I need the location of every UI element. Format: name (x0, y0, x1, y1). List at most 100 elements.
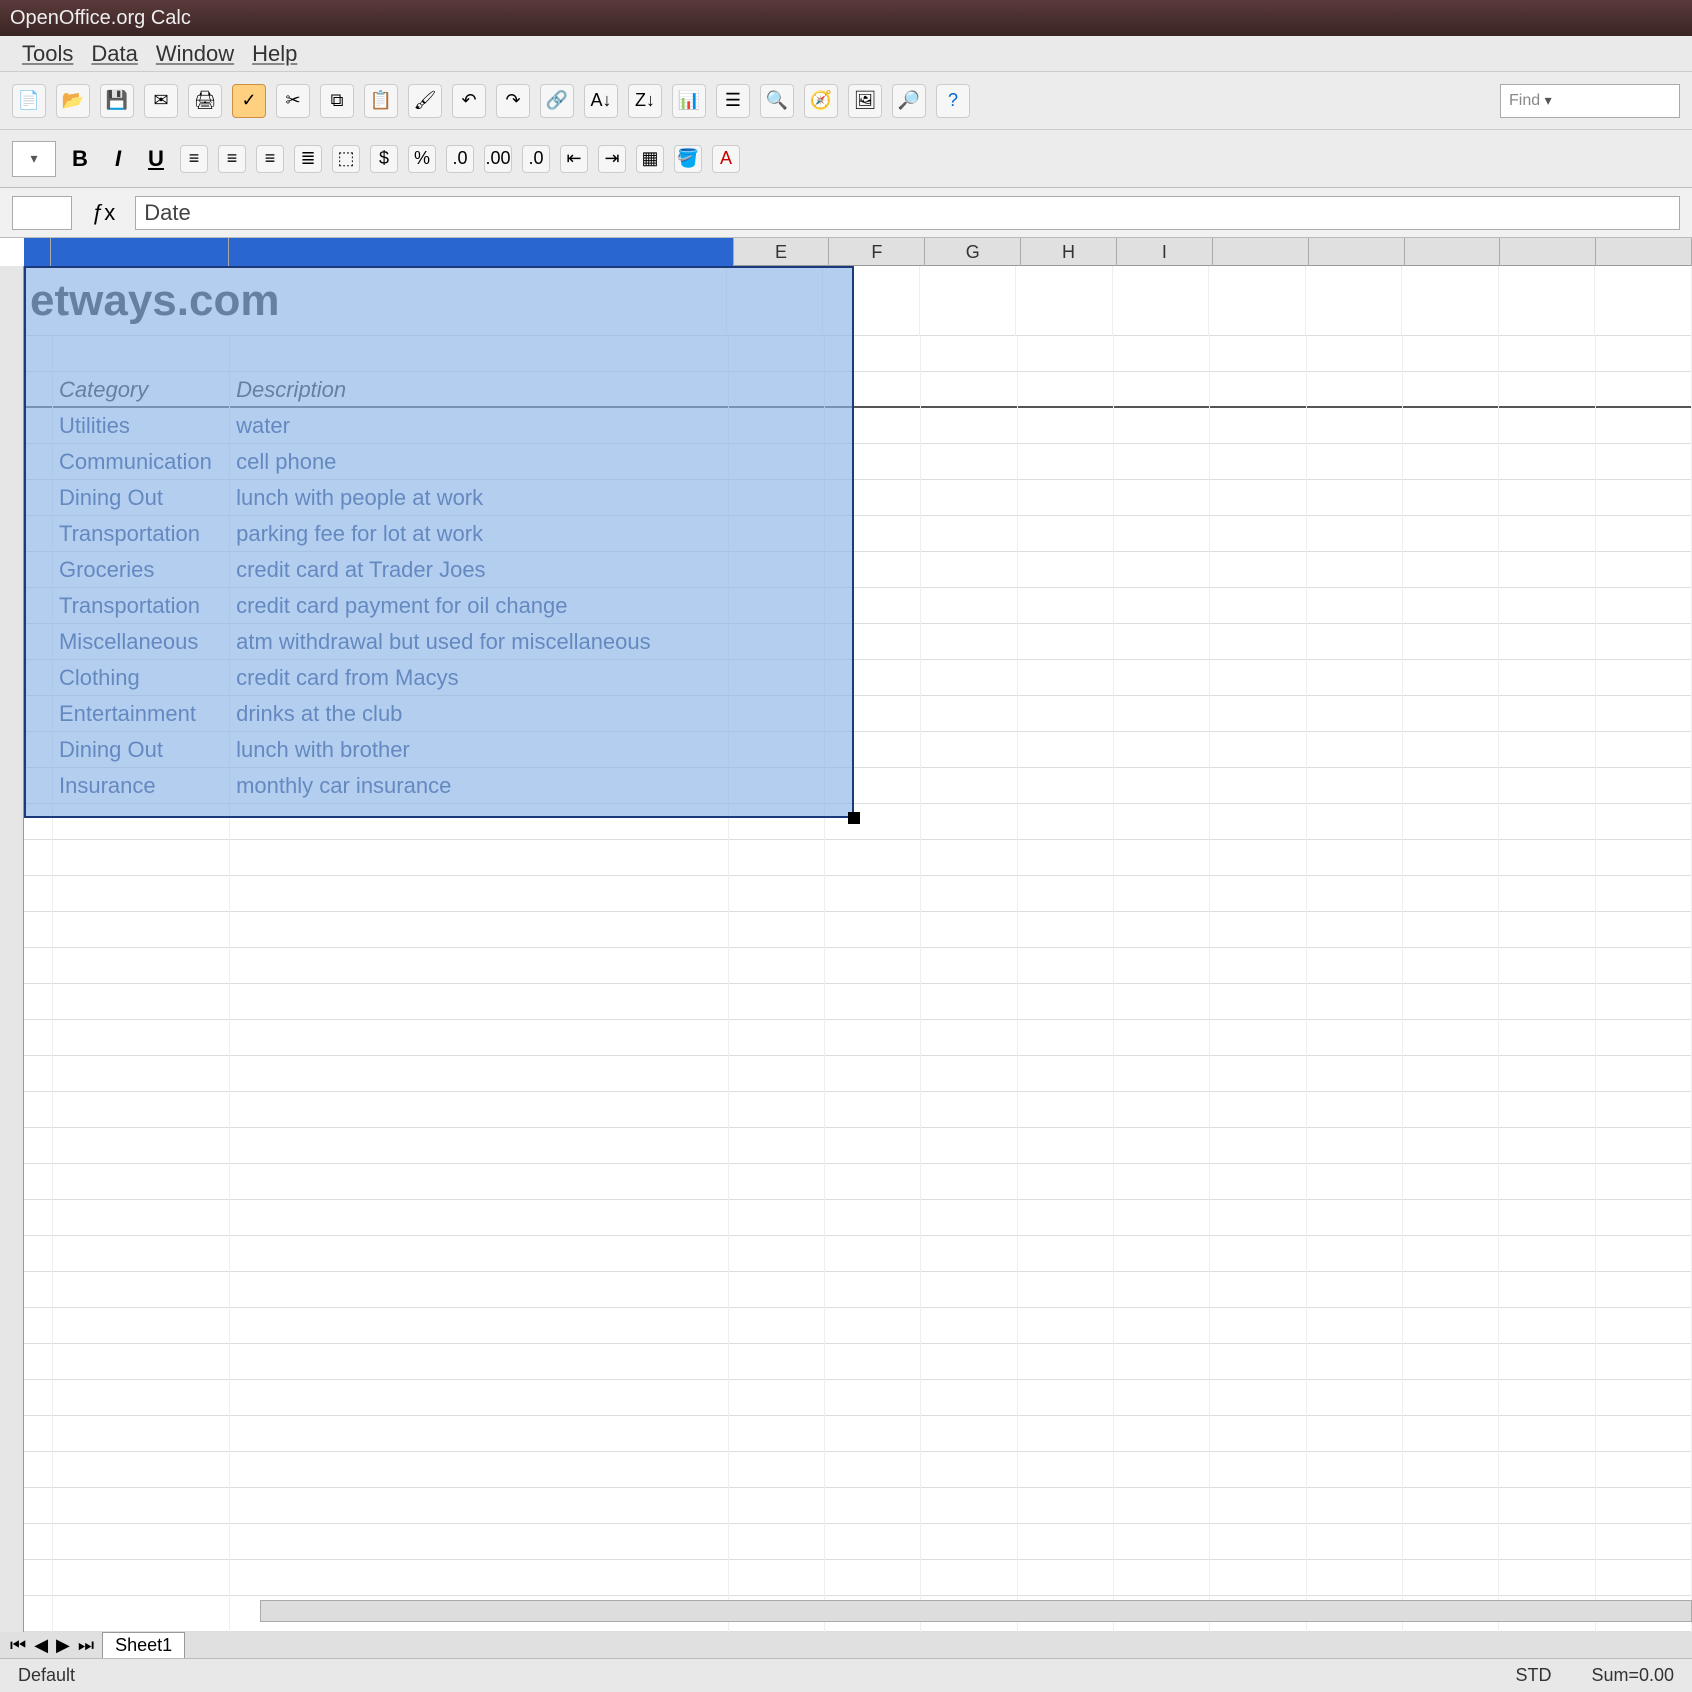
col-header[interactable]: H (1021, 238, 1117, 266)
cell[interactable] (921, 1380, 1017, 1416)
cell[interactable] (1210, 1092, 1306, 1128)
cell[interactable] (1114, 1452, 1210, 1488)
align-right-icon[interactable]: ≡ (256, 145, 284, 173)
cell[interactable] (1596, 768, 1692, 804)
cell[interactable] (729, 1092, 825, 1128)
cell[interactable] (1114, 1056, 1210, 1092)
cell[interactable] (825, 984, 921, 1020)
cell[interactable] (921, 480, 1017, 516)
cell[interactable] (825, 1560, 921, 1596)
cell[interactable] (1210, 624, 1306, 660)
cell[interactable] (1596, 1488, 1692, 1524)
number-icon[interactable]: .0 (446, 145, 474, 173)
cell[interactable] (24, 1200, 53, 1236)
cell[interactable] (1307, 1092, 1403, 1128)
cell[interactable] (53, 1092, 230, 1128)
cell[interactable] (921, 588, 1017, 624)
name-box[interactable] (12, 196, 72, 230)
cell[interactable] (1307, 1308, 1403, 1344)
cell[interactable] (921, 696, 1017, 732)
cell[interactable] (1210, 1308, 1306, 1344)
cell[interactable] (1499, 1056, 1595, 1092)
cell[interactable] (1499, 732, 1595, 768)
cell[interactable] (230, 1344, 729, 1380)
cell[interactable] (1210, 552, 1306, 588)
cell[interactable] (1307, 876, 1403, 912)
cell[interactable] (825, 1524, 921, 1560)
cell[interactable] (1114, 1236, 1210, 1272)
cell[interactable] (1499, 1344, 1595, 1380)
cell[interactable] (1114, 552, 1210, 588)
cell[interactable] (53, 876, 230, 912)
redo-icon[interactable]: ↷ (496, 84, 530, 118)
cell[interactable] (1210, 1452, 1306, 1488)
cell[interactable] (921, 1488, 1017, 1524)
cell[interactable] (1210, 948, 1306, 984)
cell[interactable] (53, 1416, 230, 1452)
cell[interactable] (1307, 1524, 1403, 1560)
sort-desc-icon[interactable]: Z↓ (628, 84, 662, 118)
cell[interactable] (24, 876, 53, 912)
cell[interactable] (825, 948, 921, 984)
cell[interactable] (1114, 408, 1210, 444)
cell[interactable] (1499, 912, 1595, 948)
cell[interactable] (230, 1272, 729, 1308)
cell[interactable] (1210, 1380, 1306, 1416)
cell[interactable] (1210, 444, 1306, 480)
cell[interactable] (1307, 984, 1403, 1020)
cell[interactable] (921, 948, 1017, 984)
cell[interactable] (24, 1596, 53, 1632)
cell[interactable] (1018, 1344, 1114, 1380)
cell[interactable] (1307, 1236, 1403, 1272)
cell[interactable] (1499, 948, 1595, 984)
cell[interactable] (1499, 336, 1595, 372)
cell[interactable] (1307, 1416, 1403, 1452)
cell[interactable] (230, 1236, 729, 1272)
cell[interactable] (1403, 912, 1499, 948)
cell[interactable] (1307, 588, 1403, 624)
cell[interactable] (1403, 984, 1499, 1020)
cell[interactable] (1596, 1560, 1692, 1596)
column-headers[interactable]: EFGHI (24, 238, 1692, 266)
cell[interactable] (230, 840, 729, 876)
cell[interactable] (53, 1344, 230, 1380)
cell[interactable] (921, 804, 1017, 840)
cell[interactable] (1596, 1236, 1692, 1272)
cell[interactable] (1499, 266, 1596, 336)
cell[interactable] (1596, 1272, 1692, 1308)
cell[interactable] (1114, 1092, 1210, 1128)
dec-inc-icon[interactable]: .00 (484, 145, 512, 173)
cell[interactable] (1210, 1200, 1306, 1236)
cell[interactable] (921, 408, 1017, 444)
cell[interactable] (1018, 1560, 1114, 1596)
font-color-icon[interactable]: A (712, 145, 740, 173)
cell[interactable] (921, 840, 1017, 876)
cell[interactable] (1018, 840, 1114, 876)
cell[interactable] (1499, 1488, 1595, 1524)
cell[interactable] (1403, 768, 1499, 804)
cell[interactable] (24, 1524, 53, 1560)
cell[interactable] (1596, 1344, 1692, 1380)
cell[interactable] (1210, 1524, 1306, 1560)
cell[interactable] (1114, 1524, 1210, 1560)
cell[interactable] (1307, 1344, 1403, 1380)
cell[interactable] (1499, 1416, 1595, 1452)
cell[interactable] (1403, 1380, 1499, 1416)
cell[interactable] (921, 1272, 1017, 1308)
align-center-icon[interactable]: ≡ (218, 145, 246, 173)
cell[interactable] (53, 1272, 230, 1308)
cell[interactable] (24, 1308, 53, 1344)
cell[interactable] (1499, 696, 1595, 732)
cell[interactable] (921, 1200, 1017, 1236)
cell[interactable] (1596, 732, 1692, 768)
cell[interactable] (24, 1272, 53, 1308)
cell[interactable] (825, 912, 921, 948)
cell[interactable] (1210, 1128, 1306, 1164)
cell[interactable] (921, 1056, 1017, 1092)
cell[interactable] (1114, 696, 1210, 732)
cell[interactable] (1114, 912, 1210, 948)
cell[interactable] (24, 984, 53, 1020)
cell[interactable] (1403, 1344, 1499, 1380)
paint-icon[interactable]: 🖌 (408, 84, 442, 118)
cell[interactable] (1403, 1452, 1499, 1488)
